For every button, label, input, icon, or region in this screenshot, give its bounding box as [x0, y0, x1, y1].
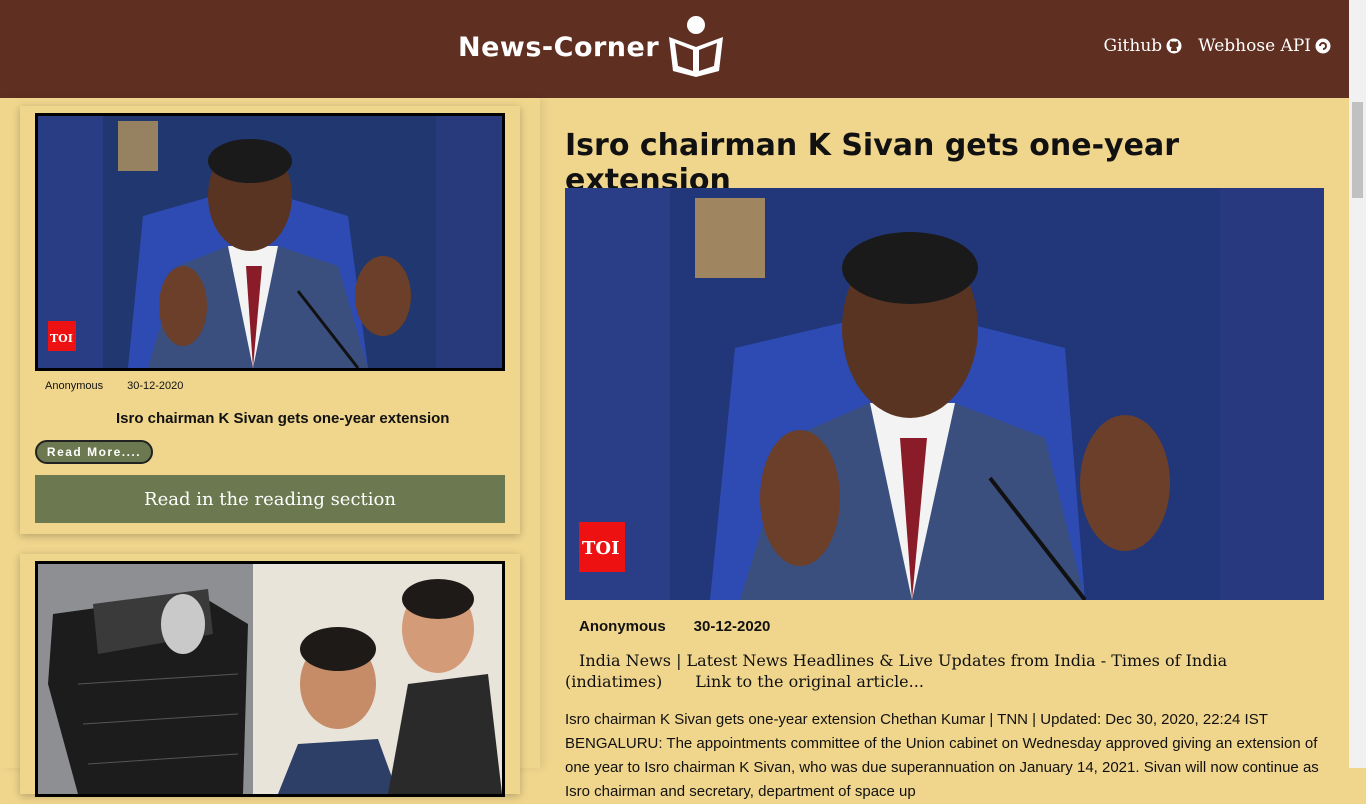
article-author: Anonymous [579, 618, 666, 635]
news-card-image[interactable] [35, 561, 505, 797]
article-image: TOI [565, 188, 1324, 600]
news-card: TOI Anonymous 30-12-2020 Isro chairman K… [20, 106, 520, 534]
toi-logo: TOI [50, 332, 73, 345]
brand-logo[interactable]: News-Corner [458, 14, 727, 80]
news-card-meta: Anonymous 30-12-2020 [45, 380, 183, 392]
original-article-link[interactable]: Link to the original article... [695, 672, 924, 691]
article-source: India News | Latest News Headlines & Liv… [565, 650, 1325, 692]
webhose-api-link[interactable]: Webhose API [1198, 36, 1331, 56]
page-scrollbar[interactable] [1349, 0, 1366, 768]
github-link[interactable]: Github [1104, 36, 1183, 56]
webhose-icon [1315, 38, 1331, 54]
news-card-title: Isro chairman K Sivan gets one-year exte… [116, 410, 450, 427]
toi-logo: TOI [582, 538, 620, 559]
news-card [20, 554, 520, 797]
webhose-link-label: Webhose API [1198, 36, 1311, 56]
news-feed-list: TOI Anonymous 30-12-2020 Isro chairman K… [0, 98, 540, 797]
reader-book-icon [669, 16, 724, 77]
brand-title: News-Corner [458, 31, 660, 63]
top-nav-links: Github Webhose API [1104, 36, 1331, 56]
top-navbar: News-Corner Github Webhose API [0, 0, 1349, 98]
news-card-author: Anonymous [45, 380, 104, 392]
read-more-button[interactable]: Read More.... [35, 440, 153, 464]
sivan-photo-large: TOI [565, 188, 1324, 600]
github-icon [1166, 38, 1182, 54]
article-meta: Anonymous 30-12-2020 [579, 618, 770, 635]
news-card-date: 30-12-2020 [127, 380, 184, 392]
satellite-students-thumbnail [38, 564, 502, 794]
scrollbar-thumb[interactable] [1352, 102, 1363, 198]
article-body: Isro chairman K Sivan gets one-year exte… [565, 711, 1319, 800]
sivan-photo-thumbnail: TOI [38, 116, 502, 368]
article-date: 30-12-2020 [693, 618, 771, 635]
read-in-reading-section-button[interactable]: Read in the reading section [35, 475, 505, 523]
news-card-image[interactable]: TOI [35, 113, 505, 371]
github-link-label: Github [1103, 36, 1163, 56]
